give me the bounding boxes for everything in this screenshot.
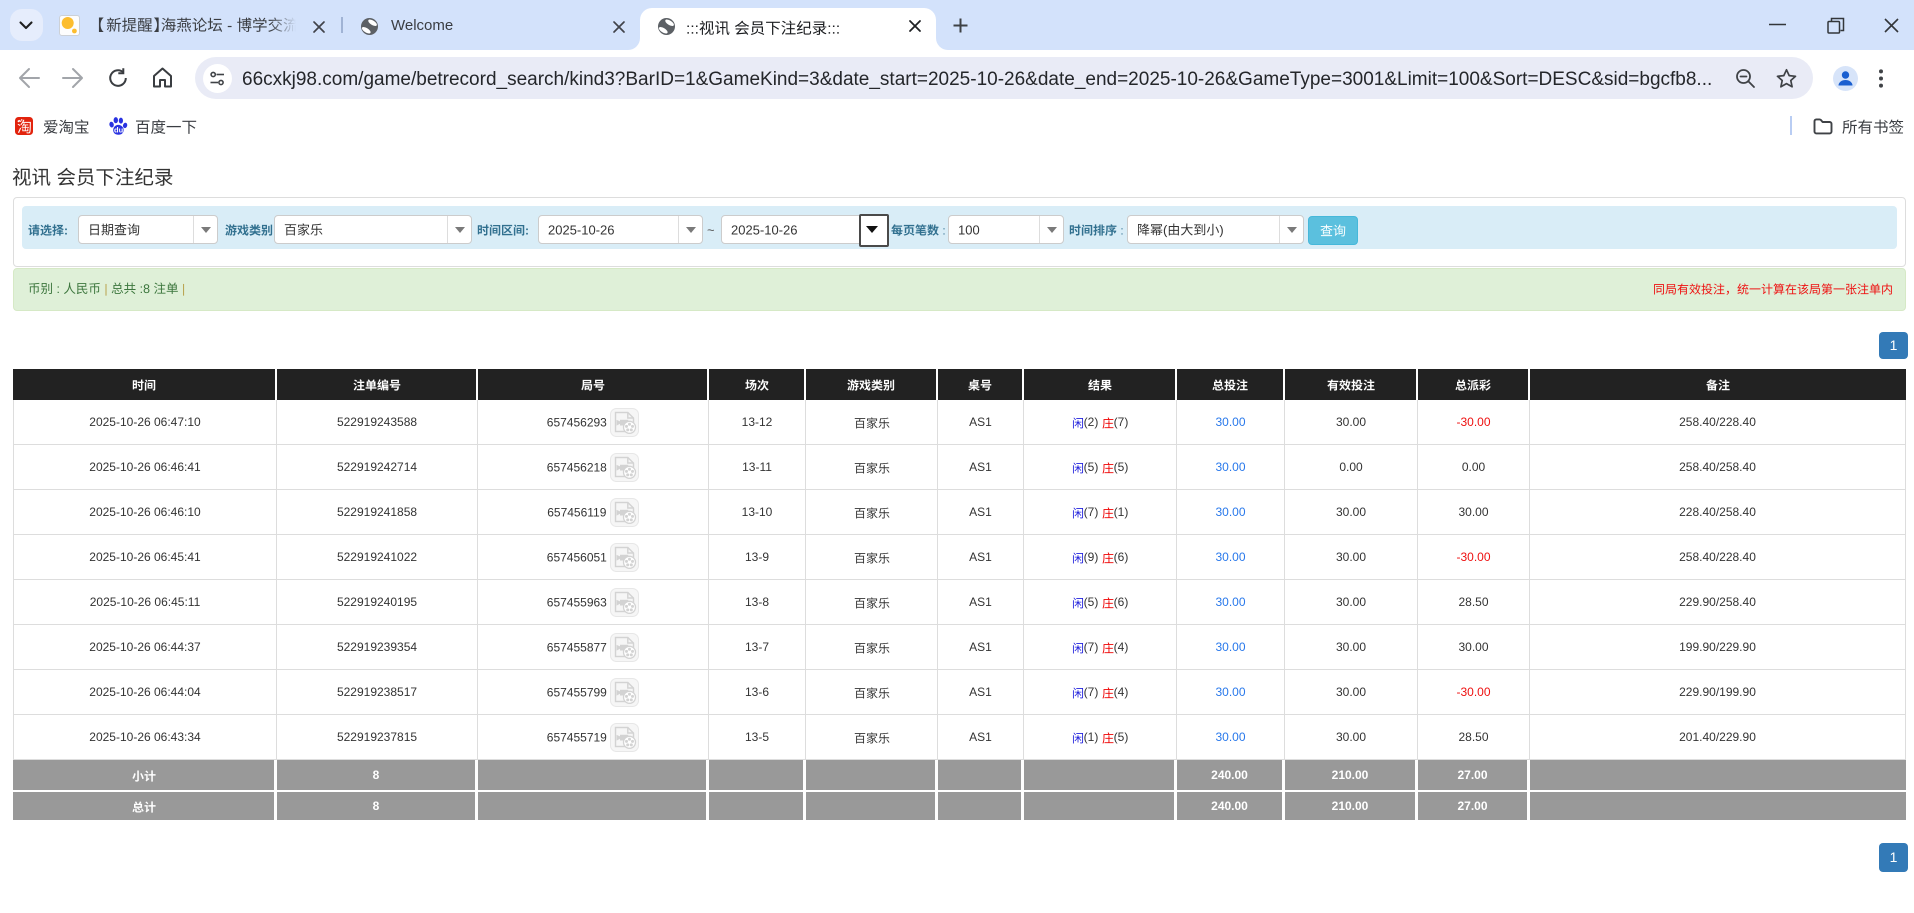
svg-text:du: du (114, 126, 124, 135)
